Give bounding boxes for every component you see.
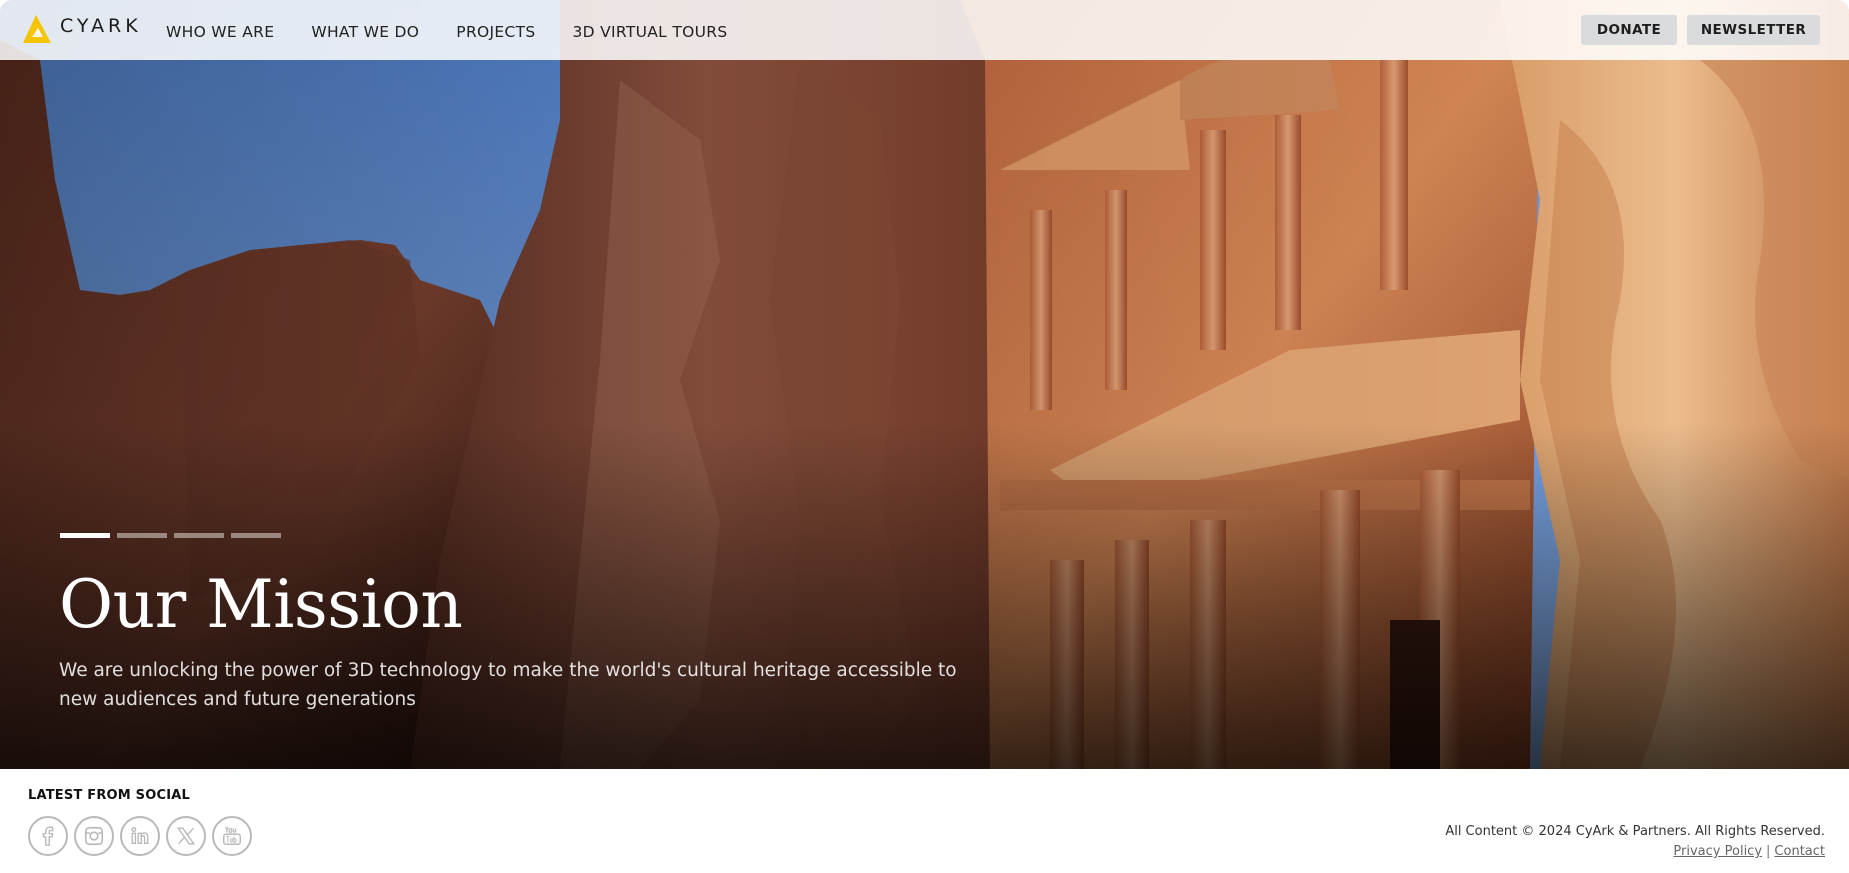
social-links (28, 816, 258, 856)
slide-indicators (60, 533, 288, 538)
copyright-text: All Content © 2024 CyArk & Partners. All… (1445, 824, 1825, 839)
cyark-logo-icon (23, 15, 51, 43)
social-heading: LATEST FROM SOCIAL (28, 788, 190, 803)
footer-link-separator: | (1766, 844, 1771, 859)
hero-background-image (0, 0, 1849, 769)
main-nav: WHO WE ARE WHAT WE DO PROJECTS 3D VIRTUA… (166, 0, 764, 60)
instagram-icon[interactable] (74, 816, 114, 856)
nav-what-we-do[interactable]: WHAT WE DO (311, 23, 419, 41)
hero-description: We are unlocking the power of 3D technol… (59, 660, 957, 710)
slide-indicator-1[interactable] (60, 533, 110, 538)
footer-links: Privacy Policy | Contact (1673, 844, 1825, 859)
x-icon[interactable] (166, 816, 206, 856)
facebook-icon[interactable] (28, 816, 68, 856)
nav-who-we-are[interactable]: WHO WE ARE (166, 23, 274, 41)
logo[interactable]: CYARK (22, 14, 142, 44)
hero-title: Our Mission (59, 566, 463, 643)
donate-button[interactable]: DONATE (1581, 15, 1677, 45)
youtube-icon[interactable] (212, 816, 252, 856)
hero-section: Our Mission We are unlocking the power o… (0, 0, 1849, 769)
linkedin-icon[interactable] (120, 816, 160, 856)
site-header: CYARK WHO WE ARE WHAT WE DO PROJECTS 3D … (0, 0, 1849, 60)
site-footer: LATEST FROM SOCIAL All Content © 2024 Cy… (0, 769, 1849, 873)
newsletter-button[interactable]: NEWSLETTER (1687, 15, 1820, 45)
slide-indicator-3[interactable] (174, 533, 224, 538)
nav-3d-virtual-tours[interactable]: 3D VIRTUAL TOURS (573, 23, 728, 41)
slide-indicator-4[interactable] (231, 533, 281, 538)
slide-indicator-2[interactable] (117, 533, 167, 538)
contact-link[interactable]: Contact (1774, 844, 1825, 859)
nav-projects[interactable]: PROJECTS (456, 23, 535, 41)
privacy-policy-link[interactable]: Privacy Policy (1673, 844, 1762, 859)
logo-text: CYARK (60, 15, 142, 37)
